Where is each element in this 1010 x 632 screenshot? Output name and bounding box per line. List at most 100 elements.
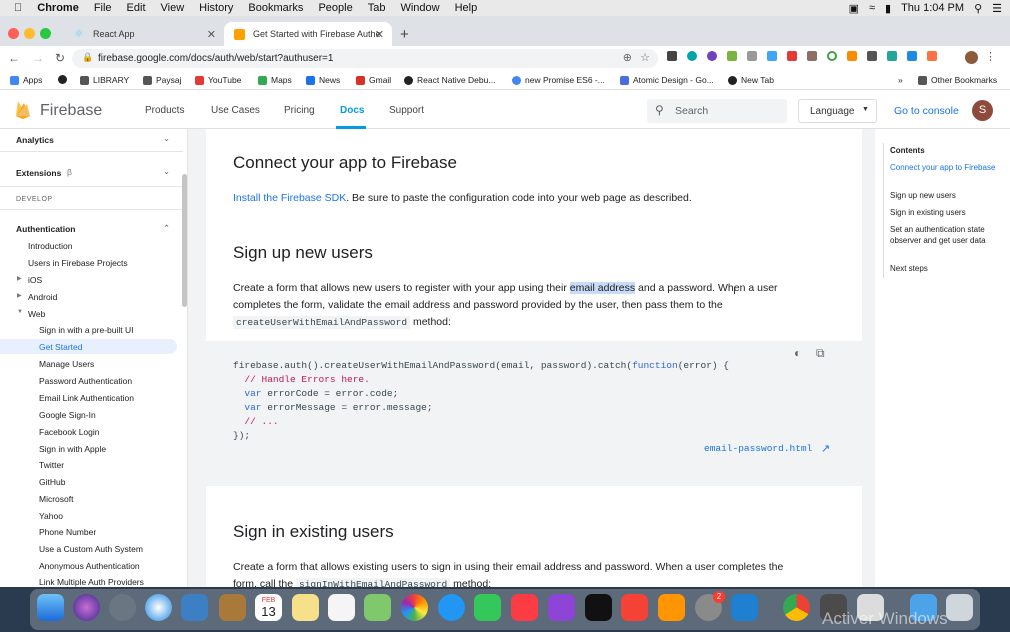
tab-react-app[interactable]: ⚛ React App ✕: [64, 22, 224, 46]
nav-use-cases[interactable]: Use Cases: [211, 105, 260, 116]
toc-item-sign-in[interactable]: Sign in existing users: [890, 207, 1005, 218]
chrome-icon[interactable]: [783, 594, 810, 621]
bookmark-new-tab[interactable]: New Tab: [728, 75, 774, 85]
sidebar-item-link-providers[interactable]: Link Multiple Auth Providers: [39, 577, 144, 587]
expand-arrow-icon[interactable]: ▶: [17, 275, 22, 282]
add-icon[interactable]: ⊕: [623, 51, 632, 64]
sidebar-item-phone[interactable]: Phone Number: [39, 527, 96, 537]
extension-icon[interactable]: [847, 51, 857, 61]
bookmark-news[interactable]: News: [306, 75, 340, 85]
reload-icon[interactable]: ↻: [55, 51, 65, 65]
finder-icon[interactable]: [37, 594, 64, 621]
close-tab-icon[interactable]: ✕: [375, 28, 384, 41]
sidebar-section-analytics[interactable]: Analytics: [16, 135, 54, 145]
tv-icon[interactable]: [585, 594, 612, 621]
sidebar-item-manage-users[interactable]: Manage Users: [39, 359, 94, 369]
bookmark-library[interactable]: LIBRARY: [80, 75, 129, 85]
sidebar-section-authentication[interactable]: Authentication: [16, 224, 76, 234]
profile-avatar[interactable]: [965, 51, 978, 64]
sidebar-item-email-link[interactable]: Email Link Authentication: [39, 393, 134, 403]
sidebar-item-microsoft[interactable]: Microsoft: [39, 494, 73, 504]
safari-icon[interactable]: [145, 594, 172, 621]
menu-people[interactable]: People: [318, 2, 352, 14]
toc-item-connect[interactable]: Connect your app to Firebase: [890, 162, 1005, 173]
nav-docs[interactable]: Docs: [340, 105, 364, 116]
bookmark-apps[interactable]: Apps: [10, 75, 42, 85]
extension-icon[interactable]: [727, 51, 737, 61]
news-icon[interactable]: [621, 594, 648, 621]
theme-toggle-icon[interactable]: ◐: [794, 346, 801, 360]
sidebar-item-google[interactable]: Google Sign-In: [39, 410, 96, 420]
reminders-icon[interactable]: [328, 594, 355, 621]
screen-record-icon[interactable]: ▣: [849, 2, 859, 15]
code-file-link[interactable]: email-password.html: [704, 443, 812, 454]
notification-center-icon[interactable]: ☰: [992, 2, 1002, 15]
extension-icon[interactable]: [687, 51, 697, 61]
bookmark-promise[interactable]: new Promise ES6 -...: [512, 75, 605, 85]
wifi-icon[interactable]: ≈: [869, 2, 875, 14]
chevron-down-icon[interactable]: ⌄: [163, 166, 170, 177]
apple-icon[interactable]: : [14, 2, 22, 14]
bookmark-youtube[interactable]: YouTube: [195, 75, 241, 85]
bookmark-atomic-design[interactable]: Atomic Design - Go...: [620, 75, 714, 85]
sidebar-scrollbar[interactable]: [182, 174, 187, 307]
extension-icon[interactable]: [827, 51, 837, 61]
avatar[interactable]: S: [972, 100, 993, 121]
copy-icon[interactable]: ⧉: [816, 346, 825, 361]
forward-icon[interactable]: →: [32, 51, 44, 65]
photos-icon[interactable]: [401, 594, 428, 621]
vscode-icon[interactable]: [731, 594, 758, 621]
chevron-down-icon[interactable]: ⌄: [163, 133, 170, 144]
bookmark-gmail[interactable]: Gmail: [356, 75, 391, 85]
menu-bookmarks[interactable]: Bookmarks: [248, 2, 303, 14]
minimize-window-button[interactable]: [24, 28, 35, 39]
toc-item-next-steps[interactable]: Next steps: [890, 263, 1005, 274]
maps-icon[interactable]: [364, 594, 391, 621]
menu-help[interactable]: Help: [455, 2, 478, 14]
menu-edit[interactable]: Edit: [127, 2, 146, 14]
collapse-arrow-icon[interactable]: ▼: [17, 309, 23, 315]
extension-icon[interactable]: [747, 51, 757, 61]
extension-icon[interactable]: [907, 51, 917, 61]
menu-view[interactable]: View: [161, 2, 185, 14]
clock[interactable]: Thu 1:04 PM: [901, 2, 964, 14]
chevron-up-icon[interactable]: ⌃: [163, 223, 170, 234]
messages-icon[interactable]: [438, 594, 465, 621]
sidebar-item-prebuilt-ui[interactable]: Sign in with a pre-built UI: [39, 325, 134, 335]
nav-pricing[interactable]: Pricing: [284, 105, 315, 116]
sidebar-item-introduction[interactable]: Introduction: [28, 241, 72, 251]
extension-icon[interactable]: [787, 51, 797, 61]
bookmark-github[interactable]: [58, 75, 67, 84]
sidebar-item-web[interactable]: Web: [28, 309, 45, 319]
nav-products[interactable]: Products: [145, 105, 184, 116]
bookmark-maps[interactable]: Maps: [258, 75, 292, 85]
go-to-console-link[interactable]: Go to console: [894, 105, 959, 117]
sidebar-item-yahoo[interactable]: Yahoo: [39, 511, 63, 521]
close-window-button[interactable]: [8, 28, 19, 39]
sidebar-item-facebook[interactable]: Facebook Login: [39, 427, 100, 437]
extension-icon[interactable]: [767, 51, 777, 61]
address-bar[interactable]: 🔒 firebase.google.com/docs/auth/web/star…: [72, 49, 658, 68]
sidebar-item-password-auth[interactable]: Password Authentication: [39, 376, 132, 386]
trash-icon[interactable]: [946, 594, 973, 621]
extension-icon[interactable]: [887, 51, 897, 61]
calendar-icon[interactable]: FEB 13: [255, 594, 282, 621]
sidebar-item-github[interactable]: GitHub: [39, 477, 65, 487]
new-tab-button[interactable]: +: [400, 26, 409, 43]
sidebar-item-ios[interactable]: iOS: [28, 275, 42, 285]
install-sdk-link[interactable]: Install the Firebase SDK: [233, 192, 346, 204]
menu-history[interactable]: History: [199, 2, 233, 14]
music-icon[interactable]: [511, 594, 538, 621]
expand-arrow-icon[interactable]: ▶: [17, 292, 22, 299]
battery-icon[interactable]: ▮: [885, 2, 891, 15]
launchpad-icon[interactable]: [109, 594, 136, 621]
facetime-icon[interactable]: [474, 594, 501, 621]
sidebar-item-apple[interactable]: Sign in with Apple: [39, 444, 106, 454]
extension-icon[interactable]: [807, 51, 817, 61]
bookmark-paysaj[interactable]: Paysaj: [143, 75, 182, 85]
bookmarks-overflow[interactable]: »: [898, 75, 903, 85]
photo-app-icon[interactable]: [181, 594, 208, 621]
menu-app-name[interactable]: Chrome: [37, 2, 79, 14]
menu-tab[interactable]: Tab: [368, 2, 386, 14]
menu-window[interactable]: Window: [400, 2, 439, 14]
